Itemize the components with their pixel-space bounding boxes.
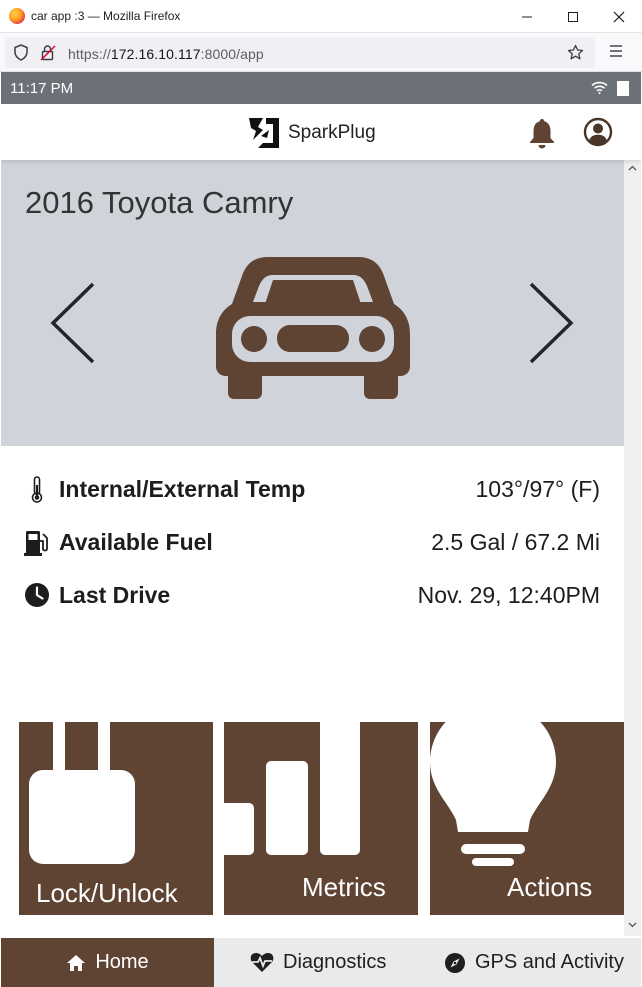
close-icon [613,11,625,22]
nav-diagnostics[interactable]: Diagnostics [250,938,386,987]
maximize-button[interactable] [550,0,596,33]
battery-icon [617,81,629,96]
stat-label: Last Drive [59,582,171,608]
lock-unlock-tile[interactable]: Lock/Unlock [19,722,213,915]
close-window-button[interactable] [596,0,642,33]
stat-value: 103°/97° (F) [475,476,600,502]
stat-label: Available Fuel [59,529,213,555]
stat-value: 2.5 Gal / 67.2 Mi [431,529,600,555]
stat-row-fuel: Available Fuel 2.5 Gal / 67.2 Mi [23,525,603,559]
thermometer-icon [23,474,51,504]
url-path: :8000/app [200,46,264,62]
stat-value: Nov. 29, 12:40PM [417,582,600,608]
previous-vehicle-button[interactable] [49,282,97,364]
tile-label: Lock/Unlock [36,878,178,908]
scroll-up-icon[interactable] [628,165,637,171]
nav-home[interactable]: Home [1,938,214,987]
clock-icon [23,580,51,610]
stat-row-temp: Internal/External Temp 103°/97° (F) [23,472,603,506]
app-viewport: 11:17 PM SparkPlug 2016 Toyota Camry Int… [1,72,641,987]
notification-bell-icon[interactable] [527,117,557,149]
stat-row-last-drive: Last Drive Nov. 29, 12:40PM [23,578,603,612]
minimize-button[interactable] [504,0,550,33]
home-icon [66,954,86,972]
scroll-down-icon[interactable] [628,922,637,928]
app-header: SparkPlug [1,104,641,160]
device-status-bar: 11:17 PM [1,72,641,104]
bottom-navigation: Home Diagnostics GPS and Activity [1,938,641,987]
url-host: 172.16.10.117 [110,46,201,62]
nav-label: Diagnostics [283,951,387,973]
hamburger-menu-icon[interactable] [608,44,624,58]
page-scrollbar[interactable] [624,160,641,936]
fuel-pump-icon [23,527,51,557]
lock-warning-icon[interactable] [40,44,56,61]
compass-icon [444,952,466,974]
sparkplug-logo-icon [249,118,279,148]
firefox-logo-icon [9,8,25,24]
metrics-tile[interactable]: Metrics [224,722,418,915]
tile-label: Metrics [302,872,386,902]
url-text[interactable]: https://172.16.10.117:8000/app [68,46,264,62]
maximize-icon [568,11,578,22]
tile-label: Actions [507,872,593,902]
user-account-icon[interactable] [583,117,613,147]
vehicle-title: 2016 Toyota Camry [25,185,294,220]
url-scheme: https:// [68,46,111,62]
actions-tile[interactable]: Actions [430,722,624,915]
minimize-icon [522,16,532,17]
brand-name: SparkPlug [288,122,376,143]
vehicle-carousel: 2016 Toyota Camry [1,160,624,446]
heartbeat-icon [250,952,274,973]
browser-titlebar: car app :3 — Mozilla Firefox [0,0,642,33]
address-bar[interactable]: https://172.16.10.117:8000/app [5,37,595,68]
nav-label: Home [95,951,149,973]
next-vehicle-button[interactable] [527,282,575,364]
nav-label: GPS and Activity [475,951,624,973]
browser-navbar: https://172.16.10.117:8000/app [0,33,642,72]
scrollbar-thumb[interactable] [628,178,637,908]
nav-gps-activity[interactable]: GPS and Activity [444,938,624,987]
stat-label: Internal/External Temp [59,476,306,502]
shield-icon[interactable] [13,44,29,61]
wifi-icon [591,81,608,94]
bookmark-star-icon[interactable] [567,44,584,61]
status-time: 11:17 PM [10,80,74,97]
car-icon [216,257,410,399]
window-title: car app :3 — Mozilla Firefox [31,9,181,23]
